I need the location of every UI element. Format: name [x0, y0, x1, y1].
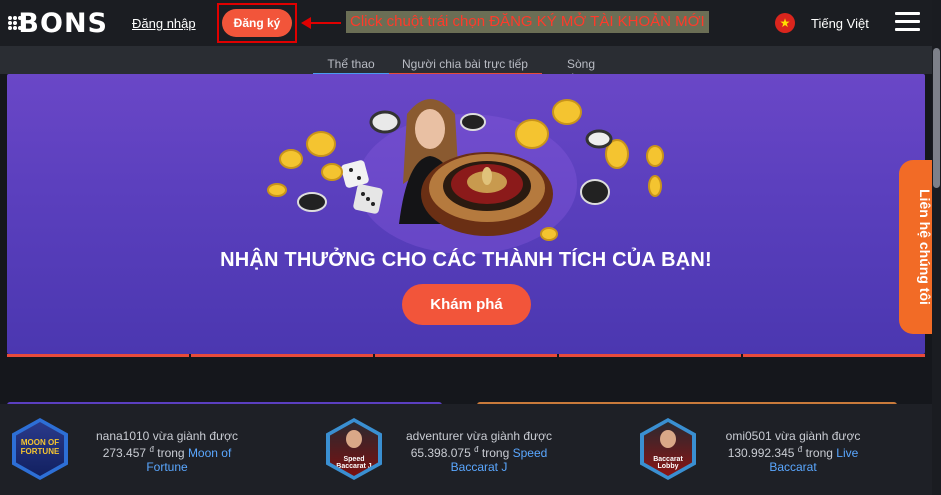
game-thumbnail: MOON OF FORTUNE — [12, 418, 68, 480]
logo-text: BONS — [18, 7, 108, 39]
winner-text: nana1010 vừa giành được 273.457 đ trong … — [92, 429, 242, 474]
game-thumbnail: Speed Baccarat J — [326, 418, 382, 480]
currency-symbol: đ — [474, 445, 479, 454]
tab-live-dealer-label: Người chia bài trực tiếp — [402, 57, 528, 71]
promo-banner[interactable]: NHẬN THƯỞNG CHO CÁC THÀNH TÍCH CỦA BẠN! … — [7, 74, 925, 354]
winner-amount: 65.398.075 — [410, 446, 471, 460]
banner-dot[interactable] — [743, 354, 925, 357]
banner-pagination[interactable] — [7, 354, 925, 357]
language-selector[interactable]: Tiếng Việt — [811, 16, 869, 31]
thumbnail-text: Baccarat Lobby — [653, 456, 683, 470]
winner-item[interactable]: MOON OF FORTUNE nana1010 vừa giành được … — [0, 404, 310, 495]
currency-symbol: đ — [149, 445, 154, 454]
tab-sports-label: Thể thao — [327, 57, 375, 71]
contact-us-label: Liên hệ chúng tôi — [917, 189, 933, 305]
tab-live-dealer[interactable]: Người chia bài trực tiếp — [389, 57, 542, 76]
banner-dot[interactable] — [375, 354, 557, 357]
winner-text: adventurer vừa giành được 65.398.075 đ t… — [404, 429, 554, 474]
banner-dot[interactable] — [191, 354, 373, 357]
hamburger-menu-icon[interactable] — [895, 12, 920, 32]
category-tabs: Thể thao Người chia bài trực tiếp Sòng b… — [0, 46, 941, 90]
winner-text: omi0501 vừa giành được 130.992.345 đ tro… — [718, 429, 868, 474]
banner-dot[interactable] — [7, 354, 189, 357]
explore-button[interactable]: Khám phá — [402, 284, 531, 325]
banner-title: NHẬN THƯỞNG CHO CÁC THÀNH TÍCH CỦA BẠN! — [220, 249, 712, 271]
page-scrollbar[interactable] — [932, 0, 941, 495]
winner-user-line: adventurer vừa giành được — [405, 429, 552, 443]
login-link[interactable]: Đăng nhập — [132, 16, 196, 31]
arrow-left-icon — [301, 17, 341, 29]
logo-dots-icon — [8, 16, 22, 30]
vietnam-flag-icon[interactable]: ★ — [775, 13, 795, 33]
register-button[interactable]: Đăng ký — [222, 9, 292, 37]
game-thumbnail: Baccarat Lobby — [640, 418, 696, 480]
scrollbar-thumb[interactable] — [933, 48, 940, 188]
winner-amount: 273.457 — [102, 446, 147, 460]
site-header: BONS Đăng nhập Đăng ký Click chuột trái … — [0, 0, 941, 46]
thumbnail-text: MOON OF FORTUNE — [20, 438, 60, 456]
winner-amount: 130.992.345 — [727, 446, 795, 460]
in-word: trong — [805, 446, 833, 460]
winner-item[interactable]: Speed Baccarat J adventurer vừa giành đư… — [320, 404, 630, 495]
bons-logo[interactable]: BONS — [8, 7, 108, 39]
in-word: trong — [481, 446, 510, 460]
casino-illustration — [267, 99, 664, 254]
banner-dot[interactable] — [559, 354, 741, 357]
in-word: trong — [157, 446, 185, 460]
tab-sports[interactable]: Thể thao — [313, 57, 389, 76]
winner-user-line: nana1010 vừa giành được — [95, 429, 239, 443]
currency-symbol: đ — [797, 445, 803, 454]
thumbnail-text: Speed Baccarat J — [336, 456, 372, 470]
winner-item[interactable]: Baccarat Lobby omi0501 vừa giành được 13… — [634, 404, 934, 495]
winners-ticker: MOON OF FORTUNE nana1010 vừa giành được … — [0, 404, 941, 495]
instruction-annotation: Click chuột trái chọn ĐĂNG KÝ MỞ TÀI KHO… — [346, 11, 709, 33]
winner-user-line: omi0501 vừa giành được — [725, 429, 861, 443]
